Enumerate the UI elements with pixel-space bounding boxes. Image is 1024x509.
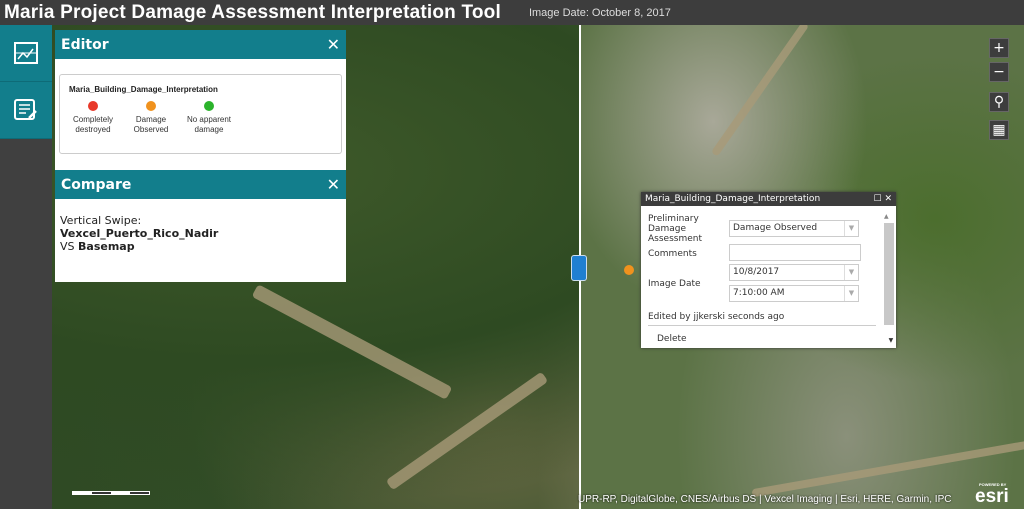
feature-popup: Maria_Building_Damage_Interpretation ☐ ✕ … [641,192,896,348]
zoom-in-button[interactable]: + [989,38,1009,58]
search-icon[interactable]: ⚲ [989,92,1009,112]
close-icon[interactable]: ✕ [327,35,340,54]
swipe-layer: Vexcel_Puerto_Rico_Nadir [60,227,219,240]
scale-bar [72,491,150,495]
image-date: Image Date: October 8, 2017 [528,6,671,19]
date-input[interactable]: 10/8/2017 ▼ [729,264,859,281]
close-icon[interactable]: ✕ [884,194,892,204]
vs-text: VS [60,240,79,253]
assessment-select[interactable]: Damage Observed ▼ [729,220,859,237]
powered-by-text: POWERED BY [979,482,1007,487]
attribution: UPR-RP, DigitalGlobe, CNES/Airbus DS | V… [578,494,952,505]
editor-title: Editor [61,36,109,53]
template-label: Completely destroyed [72,115,113,134]
swipe-mode: Vertical Swipe: [60,214,142,227]
template-no-apparent-damage[interactable]: No apparent damage [185,101,233,135]
time-value: 7:10:00 AM [733,288,785,298]
app-title: Maria Project Damage Assessment Interpre… [4,1,501,23]
swipe-compare-icon [14,42,38,64]
compare-panel: Compare ✕ Vertical Swipe: Vexcel_Puerto_R… [55,170,346,282]
popup-title: Maria_Building_Damage_Interpretation [645,194,821,204]
template-label: Damage Observed [133,115,169,134]
basemap-gallery-icon[interactable]: ▦ [989,120,1009,140]
edited-info: Edited by jjkerski seconds ago [648,312,785,322]
sidebar-item-compare[interactable] [0,25,52,82]
esri-logo: POWERED BY esri [975,482,1009,508]
green-dot-icon [204,101,214,111]
delete-button[interactable]: Delete [657,334,687,344]
chevron-down-icon: ▼ [844,265,858,280]
sidebar-item-editor[interactable] [0,82,52,139]
edit-list-icon [14,99,37,120]
sidebar [0,25,52,509]
close-icon[interactable]: ✕ [327,175,340,194]
image-date-label: Image Date [648,279,701,289]
comments-input[interactable] [729,244,861,261]
compare-header: Compare ✕ [55,170,346,199]
maximize-icon[interactable]: ☐ [874,194,882,204]
assessment-label: Preliminary Damage Assessment [648,214,702,244]
swipe-handle[interactable] [571,255,587,281]
chevron-down-icon: ▼ [844,286,858,301]
assessment-value: Damage Observed [733,223,818,233]
compare-title: Compare [61,176,132,193]
popup-scrollbar[interactable]: ▲ ▼ [884,211,894,344]
editor-panel: Editor ✕ Maria_Building_Damage_Interpreta… [55,30,346,170]
popup-header: Maria_Building_Damage_Interpretation ☐ ✕ [641,192,896,206]
layer-name: Maria_Building_Damage_Interpretation [69,85,218,94]
template-completely-destroyed[interactable]: Completely destroyed [69,101,117,135]
red-dot-icon [88,101,98,111]
template-label: No apparent damage [186,115,232,134]
comments-label: Comments [648,249,697,259]
basemap-name: Basemap [78,240,135,253]
zoom-out-button[interactable]: − [989,62,1009,82]
chevron-down-icon: ▼ [844,221,858,236]
damage-point-marker[interactable] [624,265,634,275]
time-input[interactable]: 7:10:00 AM ▼ [729,285,859,302]
editor-header: Editor ✕ [55,30,346,59]
template-damage-observed[interactable]: Damage Observed [127,101,175,135]
template-picker: Maria_Building_Damage_Interpretation Com… [59,74,342,154]
esri-text: esri [975,486,1009,507]
orange-dot-icon [146,101,156,111]
app-header: Maria Project Damage Assessment Interpre… [0,0,1024,25]
date-value: 10/8/2017 [733,267,780,277]
